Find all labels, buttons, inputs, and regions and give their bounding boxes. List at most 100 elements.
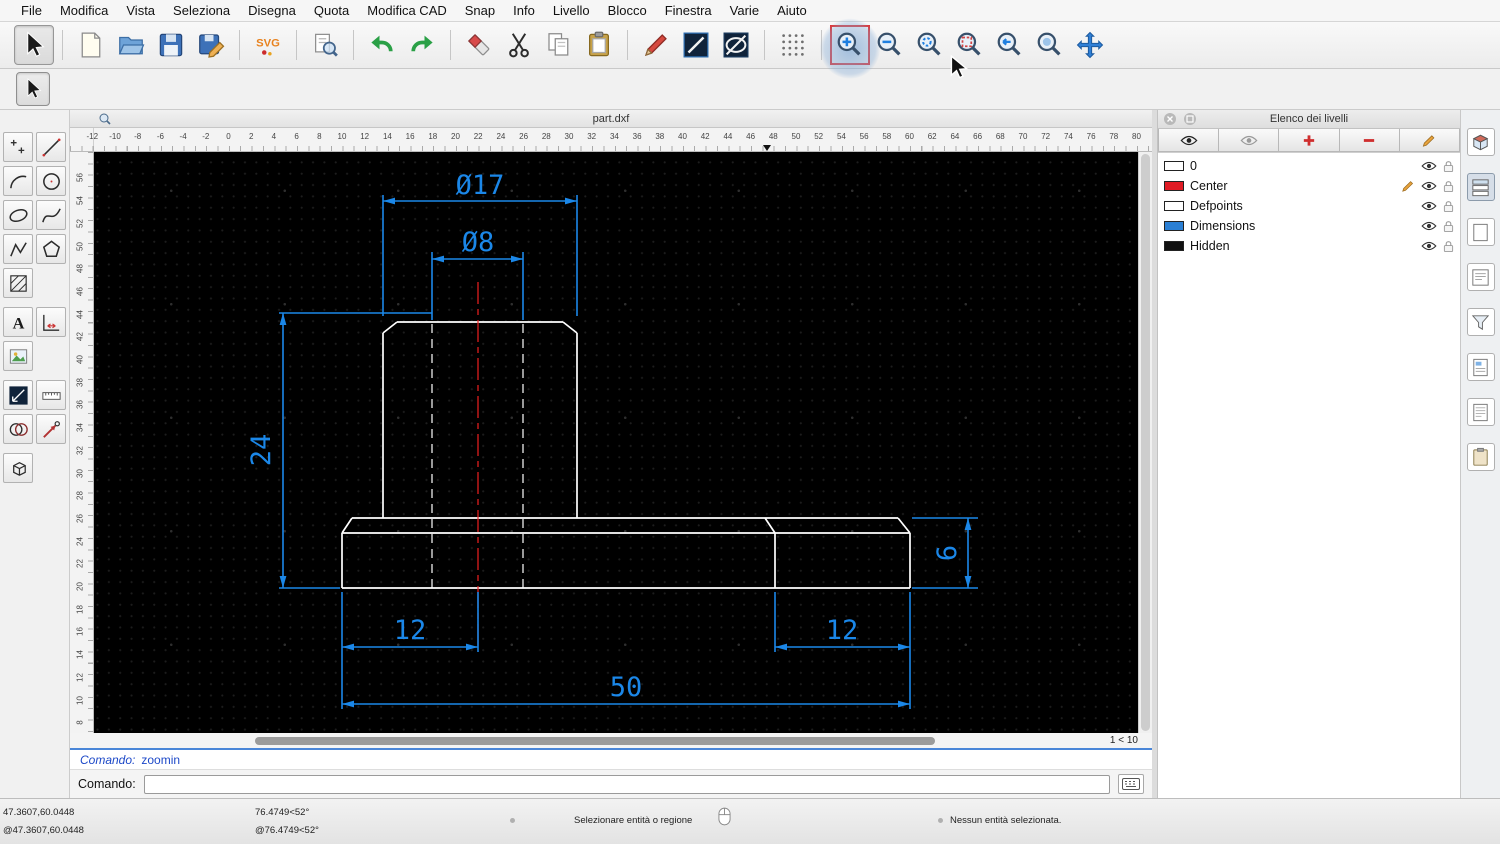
hruler-label: 10 bbox=[337, 132, 347, 141]
edit-layer-button[interactable] bbox=[1399, 129, 1461, 152]
menu-livello[interactable]: Livello bbox=[544, 3, 599, 18]
layer-row-hidden[interactable]: Hidden bbox=[1158, 236, 1460, 256]
add-layer-button[interactable] bbox=[1279, 129, 1340, 152]
dock-block-list-button[interactable] bbox=[1466, 218, 1495, 246]
undo-button[interactable] bbox=[362, 25, 402, 65]
layer-lock-icon[interactable] bbox=[1443, 180, 1454, 193]
dock-command-line-button[interactable] bbox=[1466, 263, 1495, 291]
zoom-selection-button[interactable] bbox=[950, 25, 990, 65]
copy-button[interactable] bbox=[539, 25, 579, 65]
cut-button[interactable] bbox=[499, 25, 539, 65]
layer-list: 0 Center Defpoints Dimensions Hidden bbox=[1158, 153, 1460, 798]
layer-visibility-icon[interactable] bbox=[1421, 220, 1437, 232]
dock-view-button[interactable] bbox=[1466, 128, 1495, 156]
dock-notes-button[interactable] bbox=[1466, 398, 1495, 426]
redo-button[interactable] bbox=[402, 25, 442, 65]
grid-toggle-button[interactable] bbox=[773, 25, 813, 65]
layer-visibility-icon[interactable] bbox=[1421, 240, 1437, 252]
select-tool-button[interactable] bbox=[14, 25, 54, 65]
menu-modifica[interactable]: Modifica bbox=[51, 3, 117, 18]
layer-row-dimensions[interactable]: Dimensions bbox=[1158, 216, 1460, 236]
menu-vista[interactable]: Vista bbox=[117, 3, 164, 18]
tool-polyline-button[interactable] bbox=[3, 234, 33, 264]
layer-lock-icon[interactable] bbox=[1443, 200, 1454, 213]
save-as-button[interactable] bbox=[191, 25, 231, 65]
tool-ellipse-button[interactable] bbox=[3, 200, 33, 230]
paste-button[interactable] bbox=[579, 25, 619, 65]
svg-export-button[interactable]: SVG bbox=[248, 25, 288, 65]
command-input[interactable] bbox=[143, 774, 1110, 794]
current-tool-button[interactable] bbox=[16, 72, 50, 106]
document-titlebar[interactable]: part.dxf bbox=[70, 110, 1152, 128]
tool-dimension-button[interactable] bbox=[36, 307, 66, 337]
tool-box3d-button[interactable] bbox=[3, 453, 33, 483]
save-button[interactable] bbox=[151, 25, 191, 65]
application-window: File Modifica Vista Seleziona Disegna Quota Mo… bbox=[0, 0, 1500, 844]
zoom-auto-button[interactable] bbox=[910, 25, 950, 65]
layer-visibility-icon[interactable] bbox=[1421, 160, 1437, 172]
zoom-previous-button[interactable] bbox=[990, 25, 1030, 65]
tool-hatch-button[interactable] bbox=[3, 268, 33, 298]
keyboard-toggle-button[interactable] bbox=[1118, 774, 1144, 794]
panel-float-button[interactable] bbox=[1183, 112, 1197, 126]
new-file-button[interactable] bbox=[71, 25, 111, 65]
layer-row-defpoints[interactable]: Defpoints bbox=[1158, 196, 1460, 216]
tool-circle-button[interactable] bbox=[36, 166, 66, 196]
tool-points-button[interactable] bbox=[3, 132, 33, 162]
layer-visibility-icon[interactable] bbox=[1421, 180, 1437, 192]
dock-properties-button[interactable] bbox=[1466, 353, 1495, 381]
tool-text-button[interactable]: A bbox=[3, 307, 33, 337]
tool-polygon-button[interactable] bbox=[36, 234, 66, 264]
tool-snap-button[interactable] bbox=[36, 414, 66, 444]
tool-measure-button[interactable] bbox=[3, 380, 33, 410]
menu-disegna[interactable]: Disegna bbox=[239, 3, 305, 18]
tool-ruler-button[interactable] bbox=[36, 380, 66, 410]
tool-arc-button[interactable] bbox=[3, 166, 33, 196]
panel-close-button[interactable] bbox=[1163, 112, 1177, 126]
vertical-scrollbar[interactable] bbox=[1138, 152, 1152, 733]
menu-varie[interactable]: Varie bbox=[721, 3, 768, 18]
tool-spline-button[interactable] bbox=[36, 200, 66, 230]
pen-attributes-button[interactable] bbox=[636, 25, 676, 65]
pan-button[interactable] bbox=[1070, 25, 1110, 65]
cursor-icon bbox=[19, 30, 49, 60]
dock-filter-button[interactable] bbox=[1466, 308, 1495, 336]
menu-seleziona[interactable]: Seleziona bbox=[164, 3, 239, 18]
ellipse-attributes-button[interactable] bbox=[716, 25, 756, 65]
dock-layer-list-button[interactable] bbox=[1466, 173, 1495, 201]
menu-quota[interactable]: Quota bbox=[305, 3, 358, 18]
open-file-button[interactable] bbox=[111, 25, 151, 65]
dock-clipboard-button[interactable] bbox=[1466, 443, 1495, 471]
zoom-window-button[interactable] bbox=[1030, 25, 1070, 65]
horizontal-scrollbar[interactable] bbox=[96, 736, 1082, 746]
svg-text:SVG: SVG bbox=[256, 37, 280, 49]
menu-blocco[interactable]: Blocco bbox=[599, 3, 656, 18]
layer-lock-icon[interactable] bbox=[1443, 220, 1454, 233]
menu-modifica-cad[interactable]: Modifica CAD bbox=[358, 3, 455, 18]
horizontal-scrollbar-thumb[interactable] bbox=[255, 736, 935, 745]
line-attributes-button[interactable] bbox=[676, 25, 716, 65]
menu-file[interactable]: File bbox=[12, 3, 51, 18]
menu-finestra[interactable]: Finestra bbox=[656, 3, 721, 18]
tool-modify-button[interactable] bbox=[3, 414, 33, 444]
tool-line-button[interactable] bbox=[36, 132, 66, 162]
vertical-scrollbar-thumb[interactable] bbox=[1141, 154, 1150, 731]
print-preview-button[interactable] bbox=[305, 25, 345, 65]
layer-row-center[interactable]: Center bbox=[1158, 176, 1460, 196]
drawing-canvas[interactable]: Ø17 Ø8 24 6 12 12 50 bbox=[94, 152, 1138, 733]
layer-visibility-icon[interactable] bbox=[1421, 200, 1437, 212]
show-all-layers-button[interactable] bbox=[1158, 129, 1220, 152]
hruler-label: 42 bbox=[700, 132, 710, 141]
remove-layer-button[interactable] bbox=[1339, 129, 1400, 152]
layer-lock-icon[interactable] bbox=[1443, 240, 1454, 253]
layer-row-0[interactable]: 0 bbox=[1158, 156, 1460, 176]
menu-info[interactable]: Info bbox=[504, 3, 544, 18]
tool-image-button[interactable] bbox=[3, 341, 33, 371]
zoom-in-button[interactable] bbox=[830, 25, 870, 65]
delete-button[interactable] bbox=[459, 25, 499, 65]
layer-lock-icon[interactable] bbox=[1443, 160, 1454, 173]
zoom-out-button[interactable] bbox=[870, 25, 910, 65]
hide-all-layers-button[interactable] bbox=[1219, 129, 1280, 152]
menu-aiuto[interactable]: Aiuto bbox=[768, 3, 816, 18]
menu-snap[interactable]: Snap bbox=[456, 3, 504, 18]
